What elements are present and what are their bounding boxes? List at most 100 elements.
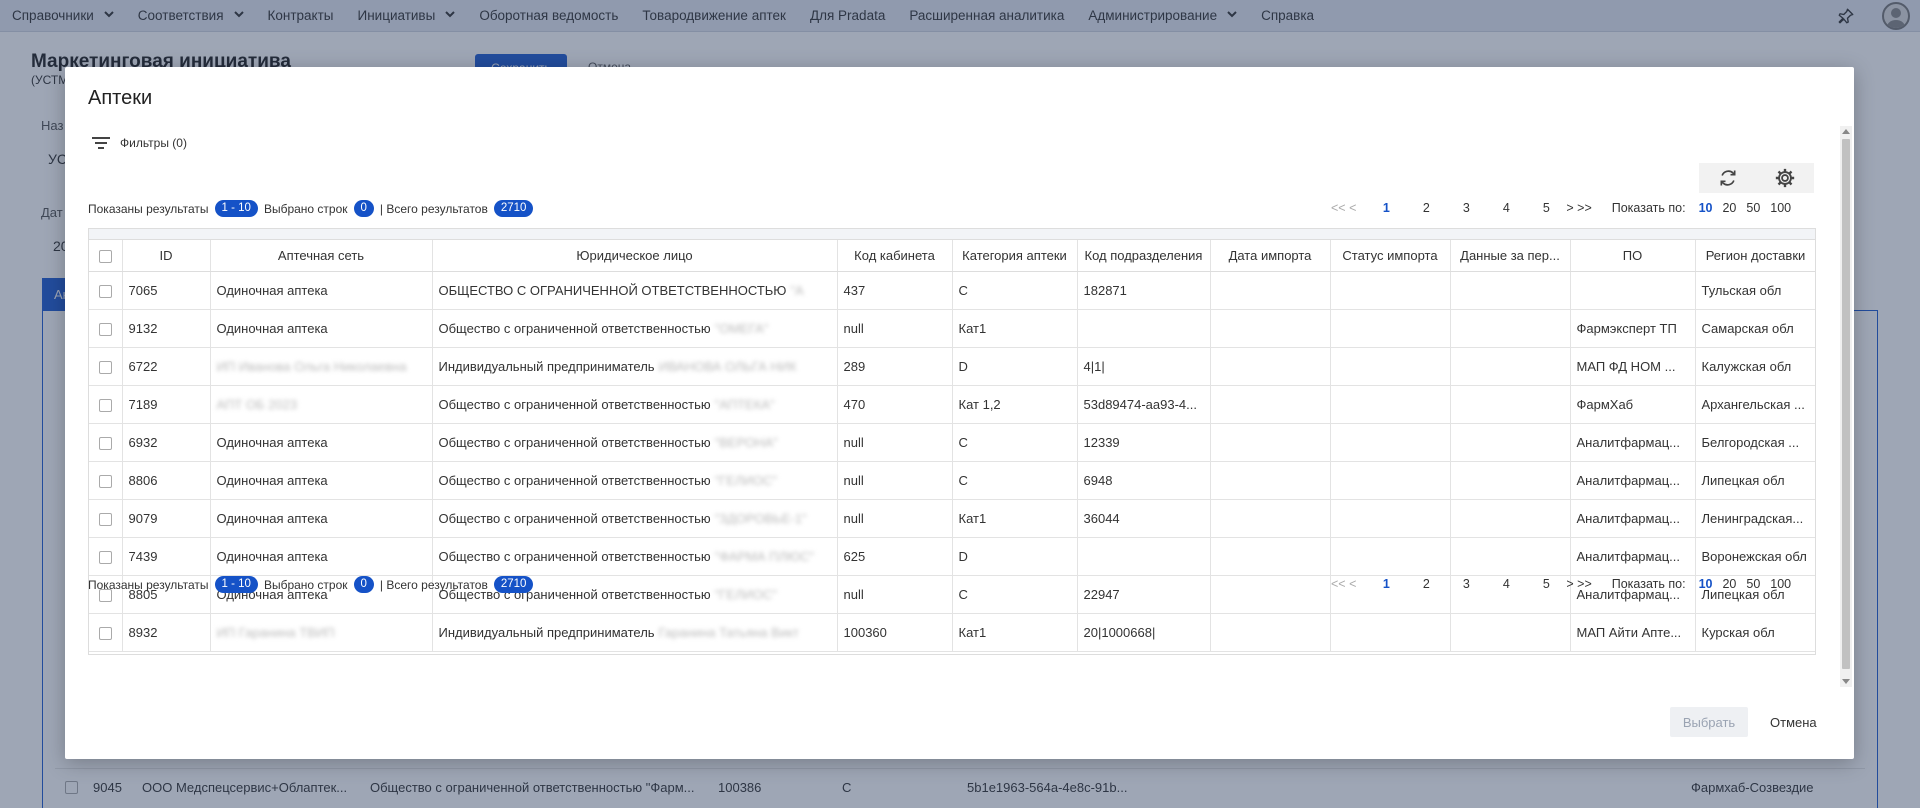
cell-id: 9132 bbox=[122, 309, 211, 348]
row-checkbox[interactable] bbox=[89, 613, 123, 652]
row-checkbox[interactable] bbox=[89, 537, 123, 576]
table-row[interactable]: 7189 АПТ ОБ 2023 Общество с ограниченной о… bbox=[89, 385, 1815, 424]
cell-cab: 470 bbox=[837, 385, 953, 424]
table-header-strip bbox=[89, 229, 1815, 240]
page-3-button[interactable]: 3 bbox=[1446, 577, 1486, 591]
page-1-button[interactable]: 1 bbox=[1366, 201, 1406, 215]
col-header-cabinet[interactable]: Код кабинета bbox=[837, 240, 953, 272]
col-header-code[interactable]: Код подразделения bbox=[1077, 240, 1211, 272]
table-row[interactable]: 8806 Одиночная аптека Общество с ограничен… bbox=[89, 461, 1815, 500]
redacted-text: "А bbox=[790, 282, 804, 298]
cell-status bbox=[1330, 499, 1451, 538]
cell-legal: Общество с ограниченной ответственностью… bbox=[432, 499, 838, 538]
shown-range-badge: 1 - 10 bbox=[214, 200, 258, 217]
gear-icon[interactable] bbox=[1773, 166, 1797, 190]
cell-po-text: Аналитфармац... bbox=[1576, 510, 1681, 526]
row-checkbox[interactable] bbox=[89, 499, 123, 538]
cell-cat: C bbox=[952, 575, 1078, 614]
cell-po: Фармэксперт ТП bbox=[1570, 309, 1696, 348]
col-header-network[interactable]: Аптечная сеть bbox=[210, 240, 433, 272]
cell-cat: C bbox=[952, 271, 1078, 310]
row-checkbox[interactable] bbox=[89, 423, 123, 462]
row-checkbox[interactable] bbox=[89, 461, 123, 500]
cell-cat-text: Кат1 bbox=[958, 320, 987, 336]
cancel-button[interactable]: Отмена bbox=[1770, 707, 1817, 737]
page-size-100[interactable]: 100 bbox=[1770, 201, 1791, 215]
page-size-10[interactable]: 10 bbox=[1699, 577, 1713, 591]
table-row[interactable]: 6932 Одиночная аптека Общество с ограничен… bbox=[89, 423, 1815, 462]
cell-date bbox=[1210, 347, 1331, 386]
table-row[interactable]: 7065 Одиночная аптека ОБЩЕСТВО С ОГРАНИЧЕН… bbox=[89, 271, 1815, 310]
scroll-thumb[interactable] bbox=[1842, 139, 1850, 669]
refresh-icon[interactable] bbox=[1716, 166, 1740, 190]
col-header-id[interactable]: ID bbox=[122, 240, 211, 272]
cell-region: Самарская обл bbox=[1695, 309, 1815, 348]
select-all-checkbox[interactable] bbox=[89, 240, 123, 272]
row-checkbox[interactable] bbox=[89, 271, 123, 310]
page-4-button[interactable]: 4 bbox=[1486, 577, 1526, 591]
table-row[interactable]: 6722 ИП Иванова Ольга Николаевна Индивидуа… bbox=[89, 347, 1815, 386]
cell-network-text: Одиночная аптека bbox=[216, 510, 328, 526]
cell-network: Одиночная аптека bbox=[210, 309, 433, 348]
row-checkbox[interactable] bbox=[89, 385, 123, 424]
cell-id-text: 8932 bbox=[128, 624, 158, 640]
cell-period bbox=[1450, 423, 1571, 462]
cell-legal-text: Индивидуальный предприниматель bbox=[438, 624, 655, 640]
cell-po-text: МАП Айти Апте... bbox=[1576, 624, 1682, 640]
col-header-category[interactable]: Категория аптеки bbox=[952, 240, 1078, 272]
cell-cab: null bbox=[837, 309, 953, 348]
cell-id: 9079 bbox=[122, 499, 211, 538]
page-size-50[interactable]: 50 bbox=[1746, 577, 1760, 591]
cell-cat: Кат1 bbox=[952, 309, 1078, 348]
next-page-button[interactable]: > >> bbox=[1566, 201, 1591, 215]
page-5-button[interactable]: 5 bbox=[1526, 577, 1566, 591]
cell-region: Белгородская ... bbox=[1695, 423, 1815, 462]
row-checkbox[interactable] bbox=[89, 347, 123, 386]
col-header-legal[interactable]: Юридическое лицо bbox=[432, 240, 838, 272]
select-button[interactable]: Выбрать bbox=[1670, 707, 1748, 737]
cell-network: Одиночная аптека bbox=[210, 423, 433, 462]
cell-legal: ОБЩЕСТВО С ОГРАНИЧЕННОЙ ОТВЕТСТВЕННОСТЬЮ… bbox=[432, 271, 838, 310]
row-checkbox[interactable] bbox=[89, 309, 123, 348]
redacted-text: ИП Гаранина ТВИП bbox=[216, 624, 335, 640]
cell-po: МАП Айти Апте... bbox=[1570, 613, 1696, 652]
table-row[interactable]: 9079 Одиночная аптека Общество с ограничен… bbox=[89, 499, 1815, 538]
col-header-import-date[interactable]: Дата импорта bbox=[1210, 240, 1331, 272]
next-page-button[interactable]: > >> bbox=[1566, 577, 1591, 591]
col-header-po[interactable]: ПО bbox=[1570, 240, 1696, 272]
page-3-button[interactable]: 3 bbox=[1446, 201, 1486, 215]
page-size-50[interactable]: 50 bbox=[1746, 201, 1760, 215]
page-1-button[interactable]: 1 bbox=[1366, 577, 1406, 591]
page-5-button[interactable]: 5 bbox=[1526, 201, 1566, 215]
selected-label: Выбрано строк bbox=[263, 201, 348, 216]
cell-status bbox=[1330, 537, 1451, 576]
cell-region: Воронежская обл bbox=[1695, 537, 1815, 576]
cell-po: Аналитфармац... bbox=[1570, 461, 1696, 500]
table-row[interactable]: 7439 Одиночная аптека Общество с ограничен… bbox=[89, 537, 1815, 576]
prev-page-button[interactable]: << < bbox=[1331, 577, 1356, 591]
page-size-10[interactable]: 10 bbox=[1699, 201, 1713, 215]
cell-id: 6932 bbox=[122, 423, 211, 462]
page-size-20[interactable]: 20 bbox=[1722, 201, 1736, 215]
scroll-down-icon[interactable] bbox=[1842, 679, 1850, 684]
table-row[interactable]: 9132 Одиночная аптека Общество с ограничен… bbox=[89, 309, 1815, 348]
table-row[interactable]: 8932 ИП Гаранина ТВИП Индивидуальный предп… bbox=[89, 613, 1815, 652]
cell-network-text: Одиночная аптека bbox=[216, 434, 328, 450]
prev-page-button[interactable]: << < bbox=[1331, 201, 1356, 215]
col-header-region[interactable]: Регион доставки bbox=[1695, 240, 1815, 272]
table-tools bbox=[1699, 163, 1814, 193]
modal-scrollbar[interactable] bbox=[1840, 126, 1852, 687]
page-2-button[interactable]: 2 bbox=[1406, 201, 1446, 215]
cell-region: Липецкая обл bbox=[1695, 461, 1815, 500]
cell-region-text: Курская обл bbox=[1701, 624, 1775, 640]
col-header-period[interactable]: Данные за пер... bbox=[1450, 240, 1571, 272]
page-size-100[interactable]: 100 bbox=[1770, 577, 1791, 591]
col-header-import-status[interactable]: Статус импорта bbox=[1330, 240, 1451, 272]
page-4-button[interactable]: 4 bbox=[1486, 201, 1526, 215]
page-size-20[interactable]: 20 bbox=[1722, 577, 1736, 591]
cell-date bbox=[1210, 537, 1331, 576]
page-2-button[interactable]: 2 bbox=[1406, 577, 1446, 591]
cell-code-text: 36044 bbox=[1083, 510, 1120, 526]
scroll-up-icon[interactable] bbox=[1842, 129, 1850, 134]
filters-toggle[interactable]: Фильтры (0) bbox=[92, 136, 187, 150]
